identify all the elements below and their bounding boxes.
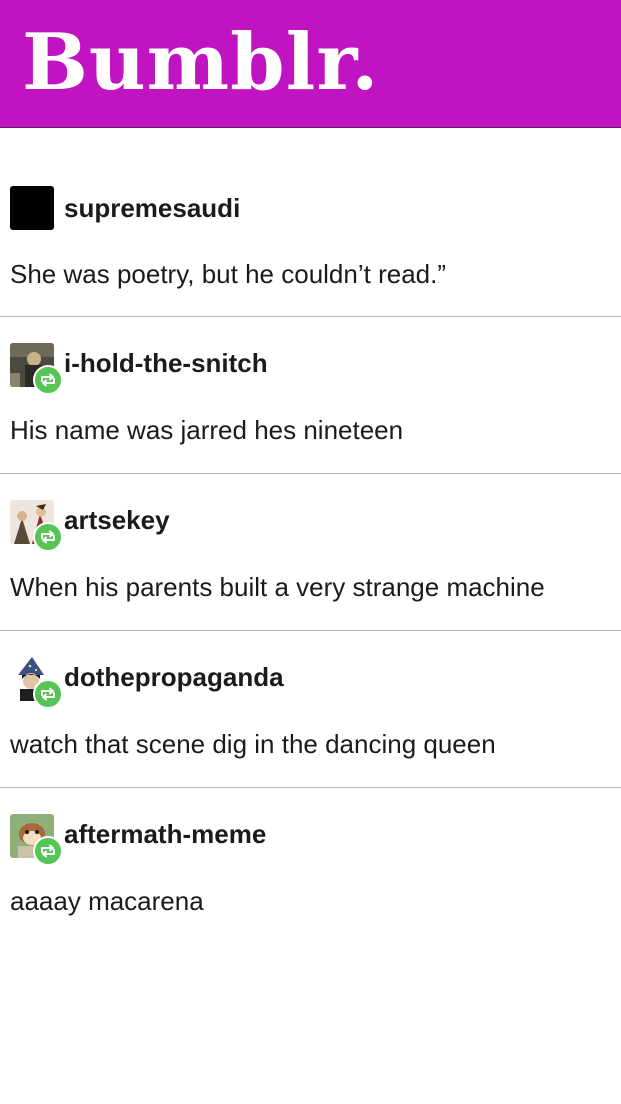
reblog-icon bbox=[33, 522, 63, 552]
post-item: supremesaudi She was poetry, but he coul… bbox=[0, 160, 621, 317]
post-item: i-hold-the-snitch His name was jarred he… bbox=[0, 317, 621, 474]
reblog-icon bbox=[33, 365, 63, 395]
post-text: aaaay macarena bbox=[10, 886, 204, 916]
post-text: She was poetry, but he couldn’t read.” bbox=[10, 259, 446, 289]
post-item: dothepropaganda watch that scene dig in … bbox=[0, 631, 621, 788]
black-square-avatar bbox=[10, 186, 54, 230]
post-username[interactable]: supremesaudi bbox=[64, 192, 240, 224]
post-username[interactable]: dothepropaganda bbox=[64, 661, 284, 693]
user-avatar[interactable] bbox=[10, 657, 63, 709]
post-username[interactable]: artsekey bbox=[64, 504, 170, 536]
user-avatar[interactable] bbox=[10, 186, 54, 230]
user-avatar[interactable] bbox=[10, 343, 63, 395]
post-text: watch that scene dig in the dancing quee… bbox=[10, 729, 496, 759]
post-item: artsekey When his parents built a very s… bbox=[0, 474, 621, 631]
post-item: aftermath-meme aaaay macarena bbox=[0, 788, 621, 945]
reblog-icon bbox=[33, 679, 63, 709]
reblog-icon bbox=[33, 836, 63, 866]
post-username[interactable]: aftermath-meme bbox=[64, 818, 266, 850]
post-text: His name was jarred hes nineteen bbox=[10, 415, 404, 445]
post-username[interactable]: i-hold-the-snitch bbox=[64, 347, 268, 379]
user-avatar[interactable] bbox=[10, 814, 63, 866]
post-text: When his parents built a very strange ma… bbox=[10, 572, 545, 602]
app-header: Bumblr. bbox=[0, 0, 621, 128]
user-avatar[interactable] bbox=[10, 500, 63, 552]
app-logo[interactable]: Bumblr. bbox=[22, 18, 379, 108]
